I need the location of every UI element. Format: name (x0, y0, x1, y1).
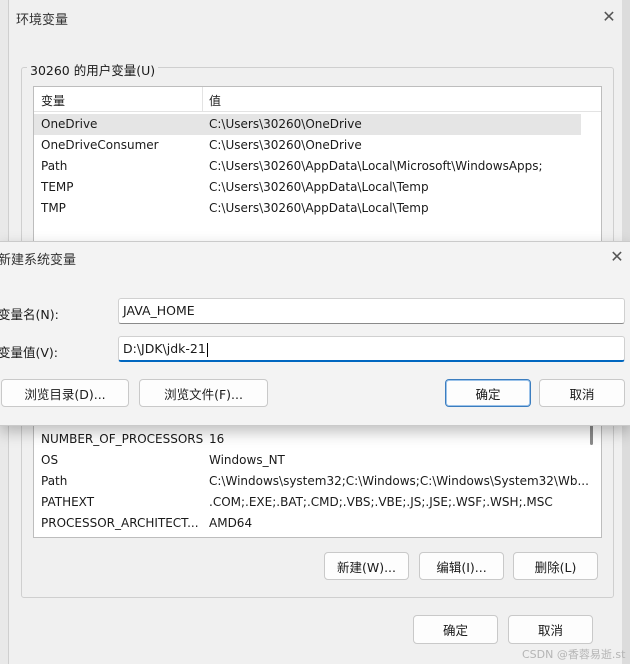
scrollbar-thumb[interactable] (590, 423, 593, 445)
var-value: C:\Users\30260\OneDrive (209, 117, 362, 131)
var-name: TMP (41, 201, 66, 215)
dialog-title: 新建系统变量 (0, 253, 77, 268)
var-value: C:\Users\30260\AppData\Local\Temp (209, 180, 429, 194)
var-value: AMD64 (209, 516, 253, 530)
var-name: Path (41, 159, 68, 173)
table-row[interactable]: TMP C:\Users\30260\AppData\Local\Temp (34, 198, 581, 219)
variable-value-text: D:\JDK\jdk-21 (123, 341, 206, 356)
table-row[interactable]: OneDriveConsumer C:\Users\30260\OneDrive (34, 135, 581, 156)
var-name: TEMP (41, 180, 74, 194)
table-row[interactable]: OS Windows_NT (34, 450, 587, 471)
dialog-cancel-button[interactable]: 取消 (539, 379, 625, 407)
var-name: OneDrive (41, 117, 98, 131)
dialog-close-icon[interactable]: ✕ (606, 246, 628, 268)
var-name: OneDriveConsumer (41, 138, 159, 152)
variable-name-label: 变量名(N): (0, 307, 59, 322)
var-name: PROCESSOR_ARCHITECT... (41, 516, 199, 530)
browse-file-button[interactable]: 浏览文件(F)... (139, 379, 268, 407)
var-value: .COM;.EXE;.BAT;.CMD;.VBS;.VBE;.JS;.JSE;.… (209, 495, 553, 509)
edit-variable-button[interactable]: 编辑(I)... (419, 552, 504, 580)
new-variable-button[interactable]: 新建(W)... (324, 552, 409, 580)
env-cancel-button[interactable]: 取消 (508, 615, 593, 644)
watermark-text: CSDN @香蓉易逝.st (522, 648, 626, 661)
var-value: 16 (209, 432, 225, 446)
var-value: C:\Users\30260\AppData\Local\Microsoft\W… (209, 159, 543, 173)
column-header-variable[interactable]: 变量 (41, 92, 65, 109)
table-row[interactable]: PROCESSOR_ARCHITECT... AMD64 (34, 513, 587, 534)
var-name: PATHEXT (41, 495, 95, 509)
variable-value-input[interactable]: D:\JDK\jdk-21 (118, 336, 625, 362)
table-row[interactable]: OneDrive C:\Users\30260\OneDrive (34, 114, 581, 135)
table-row[interactable]: NUMBER_OF_PROCESSORS 16 (34, 429, 587, 450)
text-caret (206, 342, 208, 357)
dialog-ok-button[interactable]: 确定 (445, 379, 531, 407)
system-vars-list[interactable]: NUMBER_OF_PROCESSORS 16 OS Windows_NT Pa… (33, 420, 602, 538)
var-name: NUMBER_OF_PROCESSORS (41, 432, 204, 446)
table-row[interactable]: Path C:\Users\30260\AppData\Local\Micros… (34, 156, 581, 177)
variable-name-text: JAVA_HOME (123, 303, 195, 318)
table-row[interactable]: PATHEXT .COM;.EXE;.BAT;.CMD;.VBS;.VBE;.J… (34, 492, 587, 513)
window-title: 环境变量 (16, 13, 69, 28)
var-value: C:\Windows\system32;C:\Windows;C:\Window… (209, 474, 589, 488)
delete-variable-button[interactable]: 删除(L) (513, 552, 598, 580)
env-ok-button[interactable]: 确定 (413, 615, 498, 644)
column-header-value[interactable]: 值 (209, 92, 221, 109)
var-value: C:\Users\30260\OneDrive (209, 138, 362, 152)
table-row[interactable]: Path C:\Windows\system32;C:\Windows;C:\W… (34, 471, 589, 492)
table-row[interactable]: TEMP C:\Users\30260\AppData\Local\Temp (34, 177, 581, 198)
user-vars-group-label: 30260 的用户变量(U) (27, 60, 159, 79)
var-name: OS (41, 453, 59, 467)
var-name: Path (41, 474, 68, 488)
user-vars-list[interactable]: 变量 值 OneDrive C:\Users\30260\OneDrive On… (33, 86, 602, 253)
window-close-icon[interactable]: ✕ (598, 6, 620, 28)
browse-directory-button[interactable]: 浏览目录(D)... (1, 379, 129, 407)
new-system-variable-dialog: 新建系统变量 ✕ 变量名(N): JAVA_HOME 变量值(V): D:\JD… (0, 241, 630, 426)
variable-value-label: 变量值(V): (0, 345, 59, 360)
user-vars-header: 变量 值 (34, 87, 601, 112)
var-value: C:\Users\30260\AppData\Local\Temp (209, 201, 429, 215)
variable-name-input[interactable]: JAVA_HOME (118, 298, 625, 324)
var-value: Windows_NT (209, 453, 285, 467)
